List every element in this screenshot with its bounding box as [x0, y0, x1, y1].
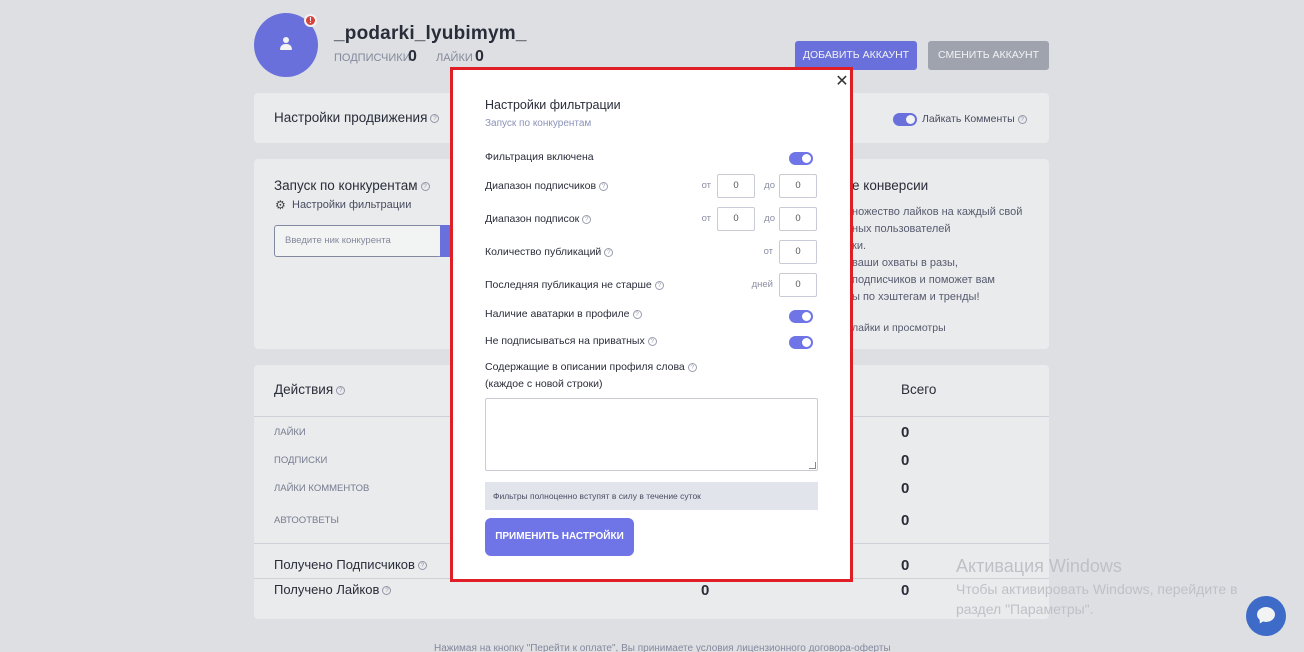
last-post-days-input[interactable]: 0 — [779, 273, 817, 297]
has-avatar-toggle[interactable] — [789, 310, 813, 323]
filter-enabled-label: Фильтрация включена — [485, 151, 594, 163]
has-avatar-label-text: Наличие аватарки в профиле — [485, 308, 630, 320]
has-avatar-label: Наличие аватарки в профиле? — [485, 308, 642, 320]
last-post-label: Последняя публикация не старше? — [485, 279, 664, 291]
modal-title: Настройки фильтрации — [485, 98, 621, 112]
following-from-prefix: от — [701, 213, 711, 224]
modal-subtitle: Запуск по конкурентам — [485, 118, 592, 129]
posts-from-input[interactable]: 0 — [779, 240, 817, 264]
help-icon[interactable]: ? — [604, 247, 614, 257]
posts-count-label-text: Количество публикаций — [485, 246, 602, 258]
help-icon[interactable]: ? — [687, 362, 697, 372]
bio-words-label: Содержащие в описании профиля слова? — [485, 361, 697, 373]
last-post-label-text: Последняя публикация не старше — [485, 279, 652, 291]
filters-delay-note: Фильтры полноценно вступят в силу в тече… — [485, 482, 818, 510]
bio-words-label-text: Содержащие в описании профиля слова — [485, 361, 685, 373]
following-to-prefix: до — [764, 213, 775, 224]
followers-range-label-text: Диапазон подписчиков — [485, 180, 597, 192]
apply-settings-button[interactable]: ПРИМЕНИТЬ НАСТРОЙКИ — [485, 518, 634, 556]
posts-from-prefix: от — [763, 246, 773, 257]
help-icon[interactable]: ? — [582, 214, 592, 224]
bio-words-textarea[interactable] — [485, 398, 818, 471]
bio-words-hint: (каждое с новой строки) — [485, 378, 603, 390]
followers-to-prefix: до — [764, 180, 775, 191]
filter-settings-modal: ✕ Настройки фильтрации Запуск по конкуре… — [450, 67, 853, 582]
following-range-label: Диапазон подписок? — [485, 213, 592, 225]
help-icon[interactable]: ? — [599, 181, 609, 191]
help-icon[interactable]: ? — [654, 280, 664, 290]
followers-to-input[interactable]: 0 — [779, 174, 817, 198]
posts-count-label: Количество публикаций? — [485, 246, 614, 258]
skip-private-label-text: Не подписываться на приватных — [485, 335, 645, 347]
resize-grip-icon[interactable] — [809, 462, 816, 469]
filter-enabled-toggle[interactable] — [789, 152, 813, 165]
skip-private-label: Не подписываться на приватных? — [485, 335, 657, 347]
followers-range-label: Диапазон подписчиков? — [485, 180, 609, 192]
following-range-label-text: Диапазон подписок — [485, 213, 580, 225]
followers-from-input[interactable]: 0 — [717, 174, 755, 198]
skip-private-toggle[interactable] — [789, 336, 813, 349]
following-from-input[interactable]: 0 — [717, 207, 755, 231]
help-icon[interactable]: ? — [632, 309, 642, 319]
following-to-input[interactable]: 0 — [779, 207, 817, 231]
last-post-prefix: дней — [751, 279, 773, 290]
followers-from-prefix: от — [701, 180, 711, 191]
help-icon[interactable]: ? — [647, 336, 657, 346]
close-icon[interactable]: ✕ — [835, 74, 849, 90]
